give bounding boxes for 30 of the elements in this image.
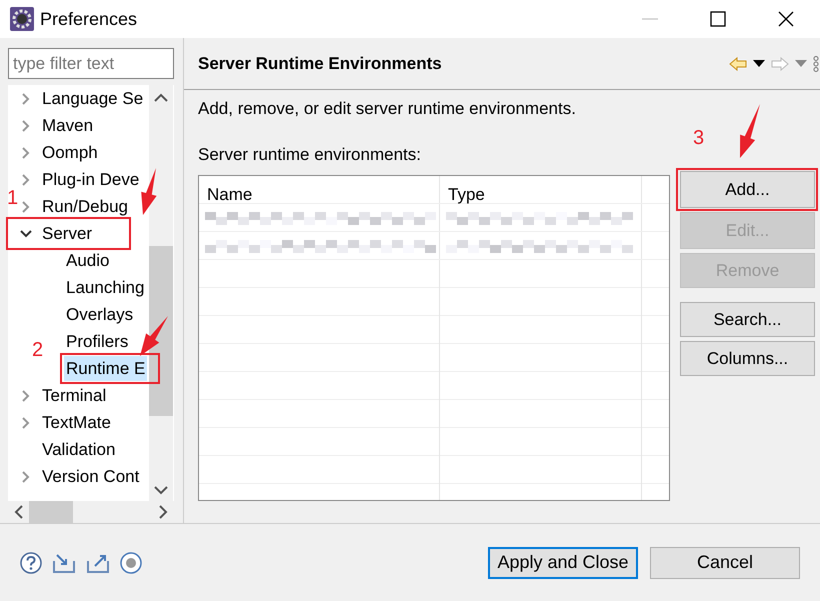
tree-item[interactable]: Audio (64, 248, 112, 274)
tree-item[interactable]: Maven (40, 112, 96, 138)
side-button[interactable]: Columns... (680, 341, 815, 376)
tree-item[interactable]: Validation (40, 436, 118, 462)
tree-item[interactable]: Oomph (40, 140, 100, 166)
tree-item[interactable]: Language Se (40, 86, 146, 112)
description-text: Add, remove, or edit server runtime environments. (198, 98, 577, 120)
table-label: Server runtime environments: (198, 144, 422, 166)
tree-item[interactable]: Terminal (40, 382, 108, 408)
tree-item[interactable]: TextMate (40, 410, 113, 436)
tree-item[interactable]: Launching (64, 274, 146, 300)
tree-item[interactable]: Server (40, 220, 94, 246)
tree-item[interactable]: Run/Debug (40, 194, 130, 220)
annotation-number: 2 (32, 340, 44, 360)
page-title: Server Runtime Environments (198, 52, 442, 75)
window-title: Preferences (40, 8, 138, 30)
filter-field[interactable]: type filter text (8, 48, 174, 79)
side-button[interactable]: Add... (680, 171, 815, 208)
tree-item[interactable]: Version Cont (40, 464, 142, 490)
tree-item[interactable]: Overlays (64, 302, 136, 328)
tree-item[interactable]: Plug-in Deve (40, 166, 142, 192)
column-header[interactable]: Type (440, 176, 642, 203)
tree-item[interactable]: Profilers (64, 328, 130, 354)
column-header[interactable]: Name (199, 176, 440, 203)
tree-item[interactable]: Runtime E (64, 356, 148, 382)
annotation-number: 1 (7, 188, 18, 208)
side-button[interactable]: Search... (680, 302, 815, 337)
annotation-number: 3 (693, 128, 704, 148)
footer-button[interactable]: Cancel (650, 546, 800, 578)
footer-button[interactable]: Apply and Close (488, 546, 638, 578)
